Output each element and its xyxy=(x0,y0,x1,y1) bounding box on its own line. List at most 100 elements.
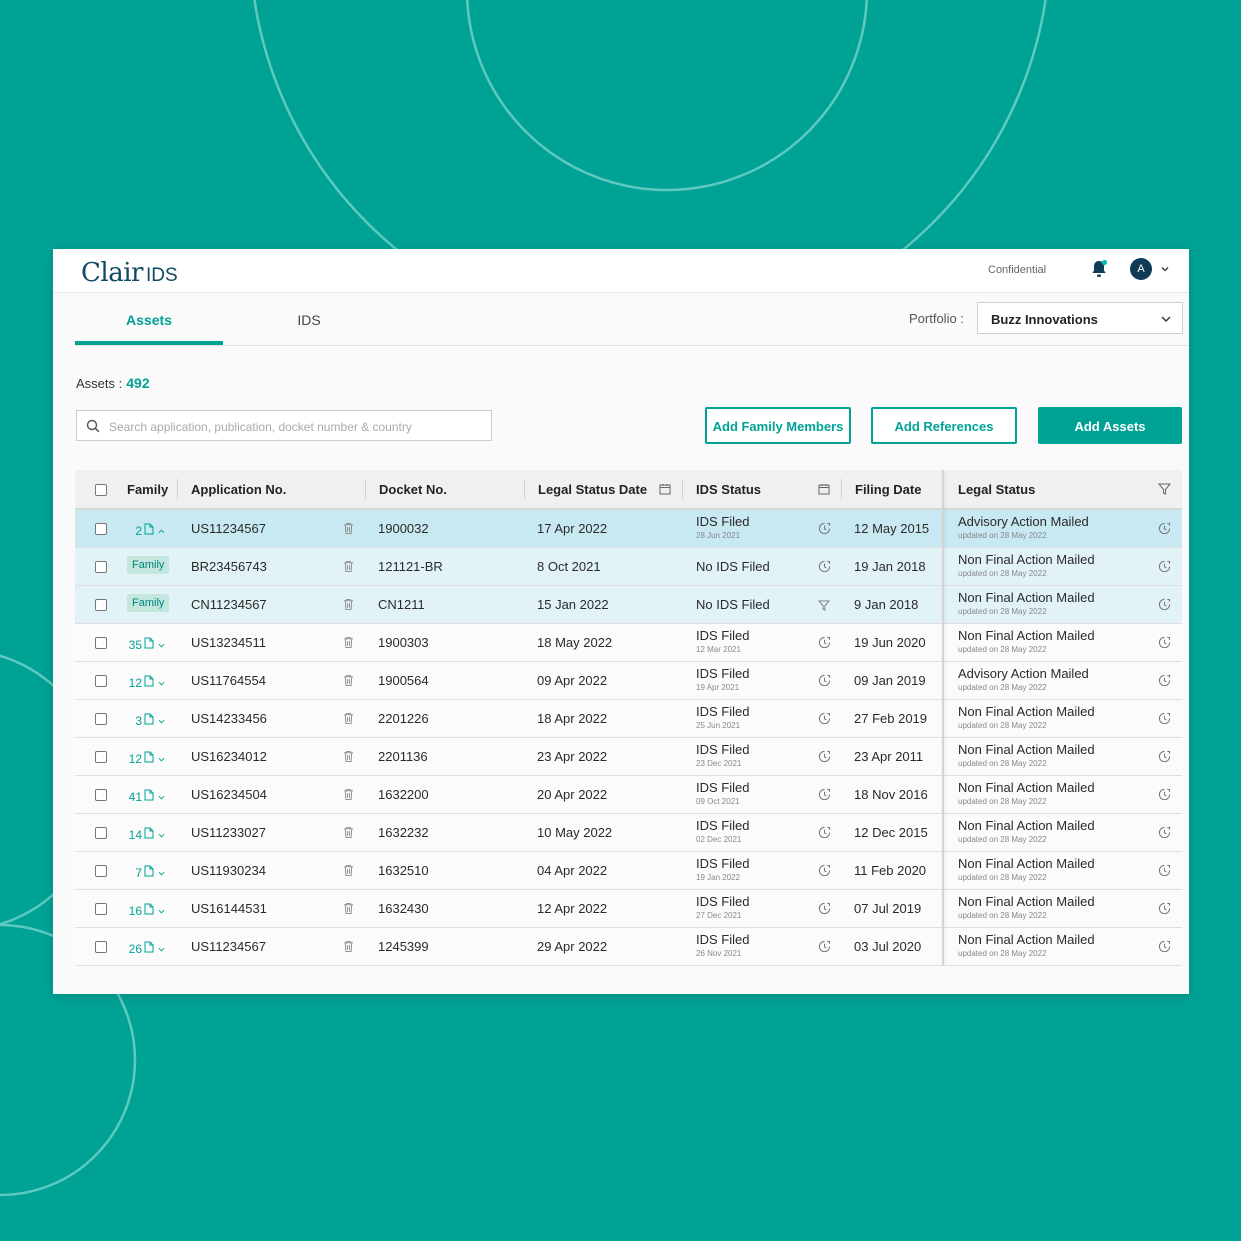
app-logo[interactable]: Clair IDS xyxy=(81,258,178,288)
tab-assets[interactable]: Assets xyxy=(75,293,223,345)
clock-icon[interactable] xyxy=(818,864,831,882)
col-family[interactable]: Family xyxy=(127,470,168,508)
trash-icon[interactable] xyxy=(343,674,354,692)
search-input[interactable] xyxy=(107,416,481,438)
col-filing-date[interactable]: Filing Date xyxy=(855,470,921,508)
trash-icon[interactable] xyxy=(343,522,354,540)
table-row[interactable]: 16 US16144531 1632430 12 Apr 2022 IDS Filed 2… xyxy=(75,890,1182,928)
clock-icon[interactable] xyxy=(818,826,831,844)
col-legal-status[interactable]: Legal Status xyxy=(958,470,1035,508)
table-row[interactable]: 12 US11764554 1900564 09 Apr 2022 IDS Filed 1… xyxy=(75,662,1182,700)
clock-icon[interactable] xyxy=(818,940,831,958)
add-references-button[interactable]: Add References xyxy=(871,407,1017,444)
trash-icon[interactable] xyxy=(343,902,354,920)
table-row[interactable]: 7 US11930234 1632510 04 Apr 2022 IDS Filed 19… xyxy=(75,852,1182,890)
col-separator xyxy=(841,479,842,499)
filing-date: 27 Feb 2019 xyxy=(854,711,928,726)
trash-icon[interactable] xyxy=(343,940,354,958)
chevron-down-icon xyxy=(1161,316,1171,322)
clock-icon[interactable] xyxy=(1158,902,1171,920)
clock-icon[interactable] xyxy=(818,712,831,730)
ids-status: IDS Filed 19 Jan 2022 xyxy=(696,857,749,884)
family-toggle[interactable]: 7 xyxy=(105,864,165,882)
clock-icon[interactable] xyxy=(1158,712,1171,730)
portfolio-label: Portfolio : xyxy=(909,311,964,326)
clock-icon[interactable] xyxy=(1158,864,1171,882)
clock-icon[interactable] xyxy=(1158,940,1171,958)
clock-icon[interactable] xyxy=(1158,560,1171,578)
table-row[interactable]: 26 US11234567 1245399 29 Apr 2022 IDS Filed 2… xyxy=(75,928,1182,966)
row-checkbox[interactable] xyxy=(95,561,107,573)
calendar-icon[interactable] xyxy=(659,483,671,495)
legal-status-text: Non Final Action Mailed xyxy=(958,818,1095,833)
chevron-down-icon[interactable] xyxy=(1160,264,1170,274)
ids-status: IDS Filed 28 Jun 2021 xyxy=(696,515,749,542)
add-assets-button[interactable]: Add Assets xyxy=(1038,407,1182,444)
calendar-icon[interactable] xyxy=(818,483,830,495)
portfolio-dropdown[interactable]: Buzz Innovations xyxy=(977,302,1183,334)
clock-icon[interactable] xyxy=(1158,826,1171,844)
row-checkbox[interactable] xyxy=(95,599,107,611)
clock-icon[interactable] xyxy=(1158,750,1171,768)
clock-icon[interactable] xyxy=(1158,674,1171,692)
table-row[interactable]: Family CN11234567 CN1211 15 Jan 2022 No IDS … xyxy=(75,586,1182,624)
select-all-checkbox[interactable] xyxy=(95,484,107,496)
clock-icon[interactable] xyxy=(818,560,831,578)
table-row[interactable]: 2 US11234567 1900032 17 Apr 2022 IDS Filed 28… xyxy=(75,510,1182,548)
family-toggle[interactable]: 12 xyxy=(105,674,165,692)
col-legal-status-date[interactable]: Legal Status Date xyxy=(538,470,647,508)
filter-icon[interactable] xyxy=(1158,483,1171,495)
clock-icon[interactable] xyxy=(1158,788,1171,806)
family-toggle[interactable]: 16 xyxy=(105,902,165,920)
clock-icon[interactable] xyxy=(818,636,831,654)
clock-icon[interactable] xyxy=(1158,598,1171,616)
family-toggle[interactable]: 41 xyxy=(105,788,165,806)
trash-icon[interactable] xyxy=(343,788,354,806)
family-toggle[interactable]: 14 xyxy=(105,826,165,844)
table-row[interactable]: Family BR23456743 121121-BR 8 Oct 2021 No ID… xyxy=(75,548,1182,586)
clock-icon[interactable] xyxy=(818,674,831,692)
clock-icon[interactable] xyxy=(818,750,831,768)
trash-icon[interactable] xyxy=(343,636,354,654)
legal-status-date: 8 Oct 2021 xyxy=(537,559,601,574)
col-docket[interactable]: Docket No. xyxy=(379,470,447,508)
table-row[interactable]: 3 US14233456 2201226 18 Apr 2022 IDS Filed 25… xyxy=(75,700,1182,738)
clock-icon[interactable] xyxy=(1158,636,1171,654)
table-row[interactable]: 12 US16234012 2201136 23 Apr 2022 IDS Filed 2… xyxy=(75,738,1182,776)
clock-icon[interactable] xyxy=(818,522,831,540)
docket-number: 1632232 xyxy=(378,825,429,840)
clock-icon[interactable] xyxy=(818,902,831,920)
trash-icon[interactable] xyxy=(343,864,354,882)
legal-status-updated: updated on 28 May 2022 xyxy=(958,569,1047,578)
ids-status-date: 19 Apr 2021 xyxy=(696,683,740,692)
legal-status-text: Non Final Action Mailed xyxy=(958,628,1095,643)
family-toggle[interactable]: 2 xyxy=(105,522,165,540)
ids-status-date: 23 Dec 2021 xyxy=(696,759,742,768)
col-ids-status[interactable]: IDS Status xyxy=(696,470,761,508)
family-toggle[interactable]: 26 xyxy=(105,940,165,958)
avatar[interactable]: A xyxy=(1130,258,1152,280)
add-family-members-button[interactable]: Add Family Members xyxy=(705,407,851,444)
table-row[interactable]: 35 US13234511 1900303 18 May 2022 IDS Filed 1… xyxy=(75,624,1182,662)
document-icon xyxy=(144,674,154,692)
application-number: US16144531 xyxy=(191,901,267,916)
trash-icon[interactable] xyxy=(343,712,354,730)
legal-status-updated: updated on 28 May 2022 xyxy=(958,683,1047,692)
clock-icon[interactable] xyxy=(1158,522,1171,540)
trash-icon[interactable] xyxy=(343,598,354,616)
family-toggle[interactable]: 3 xyxy=(105,712,165,730)
bell-icon[interactable] xyxy=(1090,259,1108,279)
table-row[interactable]: 14 US11233027 1632232 10 May 2022 IDS Filed 0… xyxy=(75,814,1182,852)
application-number: US14233456 xyxy=(191,711,267,726)
col-application[interactable]: Application No. xyxy=(191,470,286,508)
clock-icon[interactable] xyxy=(818,788,831,806)
trash-icon[interactable] xyxy=(343,750,354,768)
document-icon xyxy=(144,826,154,844)
trash-icon[interactable] xyxy=(343,826,354,844)
trash-icon[interactable] xyxy=(343,560,354,578)
family-toggle[interactable]: 35 xyxy=(105,636,165,654)
filter-icon[interactable] xyxy=(817,598,831,616)
table-row[interactable]: 41 US16234504 1632200 20 Apr 2022 IDS Filed 0… xyxy=(75,776,1182,814)
family-toggle[interactable]: 12 xyxy=(105,750,165,768)
tab-ids[interactable]: IDS xyxy=(235,293,383,345)
